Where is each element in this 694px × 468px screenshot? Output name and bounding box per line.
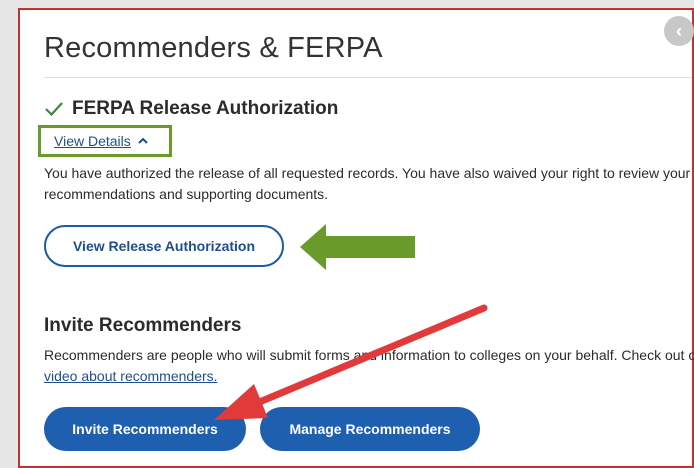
close-circle-icon[interactable]: ‹ <box>664 16 694 46</box>
view-details-highlight: View Details <box>38 125 172 157</box>
chevron-up-icon[interactable] <box>137 135 149 147</box>
ferpa-section-header: FERPA Release Authorization <box>44 98 338 120</box>
check-icon <box>45 102 63 117</box>
view-release-authorization-button[interactable]: View Release Authorization <box>44 225 284 267</box>
ferpa-description: You have authorized the release of all r… <box>44 165 691 202</box>
content-panel: Recommenders & FERPA ‹ FERPA Release Aut… <box>18 8 694 468</box>
title-divider <box>44 77 692 78</box>
green-arrow-annotation <box>300 224 415 270</box>
video-link[interactable]: video about recommenders. <box>44 368 218 384</box>
red-arrow-annotation <box>214 304 488 420</box>
view-details-link[interactable]: View Details <box>54 133 131 149</box>
ferpa-section-title: FERPA Release Authorization <box>72 98 339 119</box>
page-title: Recommenders & FERPA <box>44 32 383 64</box>
